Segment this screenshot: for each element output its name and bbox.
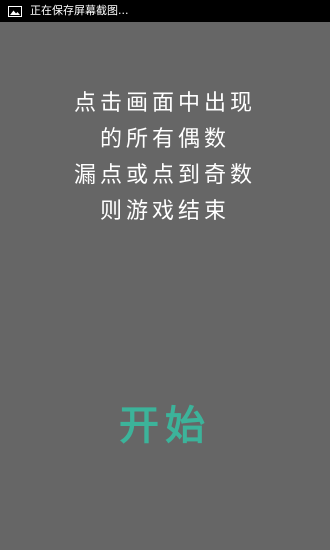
- status-notification-text: 正在保存屏幕截图...: [30, 4, 129, 17]
- start-button[interactable]: 开始: [96, 394, 234, 450]
- instruction-line: 则游戏结束: [99, 199, 230, 224]
- game-instructions: 点击画面中出现 的所有偶数 漏点或点到奇数 则游戏结束: [0, 86, 330, 230]
- status-bar: 正在保存屏幕截图...: [0, 0, 330, 22]
- instruction-line: 漏点或点到奇数: [73, 163, 256, 188]
- image-icon: [8, 5, 22, 17]
- start-button-label: 开始: [119, 403, 211, 449]
- instruction-line: 点击画面中出现: [73, 91, 256, 116]
- instruction-line: 的所有偶数: [99, 127, 230, 152]
